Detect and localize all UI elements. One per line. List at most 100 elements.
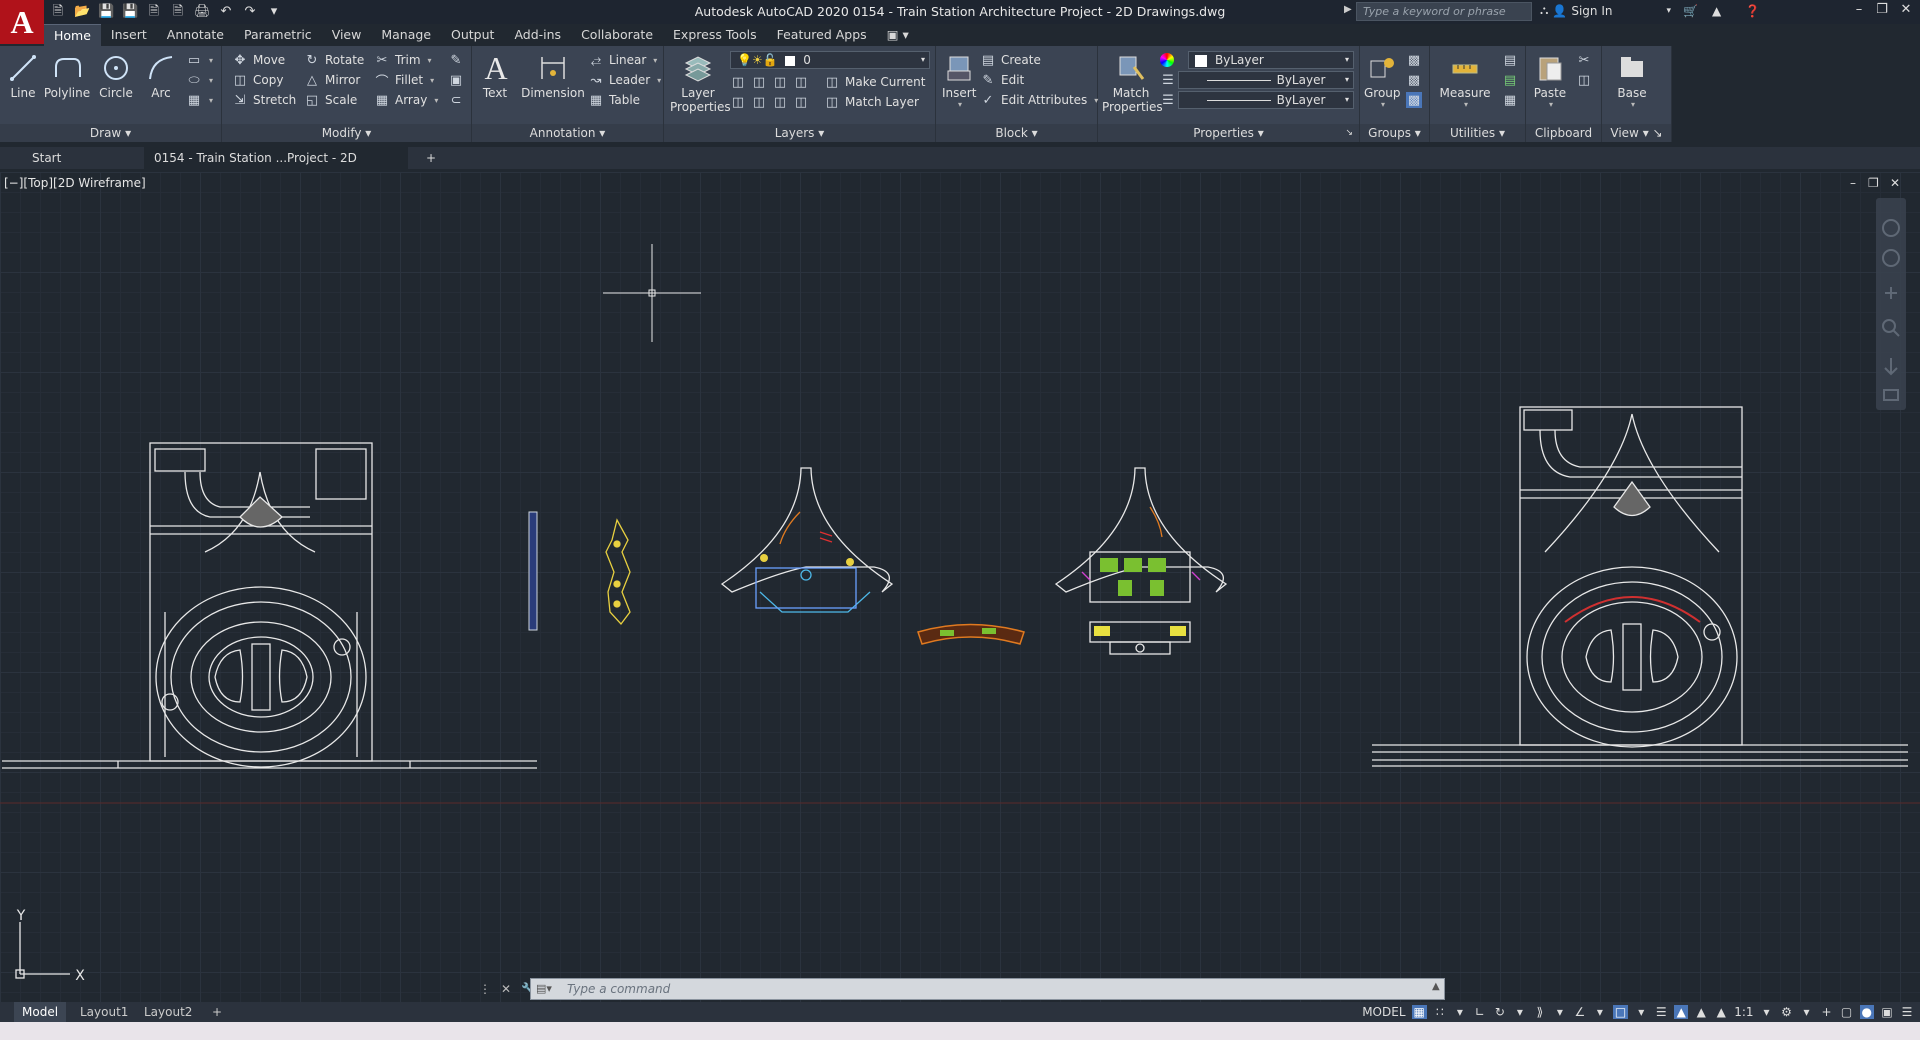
polar-icon[interactable]: ↻	[1493, 1005, 1507, 1019]
isodraft-icon[interactable]: ⟫	[1533, 1005, 1547, 1019]
table-button[interactable]: ▦ Table	[588, 90, 640, 110]
dimension-button[interactable]: Dimension	[520, 50, 586, 100]
minimize-icon[interactable]: –	[1848, 2, 1870, 22]
tab-manage[interactable]: Manage	[371, 24, 441, 46]
object-snap-tracking-icon[interactable]: ∠	[1573, 1005, 1587, 1019]
object-snap-icon[interactable]: □	[1612, 1005, 1629, 1019]
layer-properties-button[interactable]: Layer Properties	[670, 50, 731, 114]
help-icon[interactable]: ❓	[1745, 4, 1760, 18]
layer-dropdown[interactable]: 💡☀🔓 0 ▾	[730, 51, 930, 69]
binoculars-icon[interactable]: ⛬	[1540, 3, 1548, 18]
select-all-icon[interactable]: ▤	[1502, 70, 1518, 90]
tab-addins[interactable]: Add-ins	[504, 24, 571, 46]
new-tab-icon[interactable]: +	[416, 147, 446, 169]
add-layout-icon[interactable]: +	[204, 1002, 230, 1022]
circle-button[interactable]: Circle	[96, 50, 136, 100]
save-icon[interactable]: 💾	[98, 4, 114, 20]
isodraft-dropdown-icon[interactable]: ▾	[1553, 1005, 1567, 1019]
tab-layout1[interactable]: Layout1	[72, 1002, 136, 1022]
quick-select-icon[interactable]: ▤	[1502, 50, 1518, 70]
group-selection-icon[interactable]: ▩	[1406, 90, 1422, 110]
layers-panel-title[interactable]: Layers ▾	[664, 124, 935, 142]
cut-icon[interactable]: ✂	[1576, 50, 1592, 70]
osnap-dropdown-icon[interactable]: ▾	[1634, 1005, 1648, 1019]
annotation-scale-icon[interactable]: ▲	[1714, 1005, 1728, 1019]
annotation-scale-label[interactable]: 1:1	[1734, 1005, 1753, 1019]
tab-model[interactable]: Model	[14, 1002, 67, 1022]
restore-icon[interactable]: ❐	[1871, 2, 1893, 22]
customization-menu-icon[interactable]: ☰	[1900, 1005, 1914, 1019]
explode-button[interactable]: ▣	[448, 70, 464, 90]
base-view-button[interactable]: Base ▾	[1612, 50, 1652, 109]
undo-icon[interactable]: ↶	[218, 4, 234, 20]
line-button[interactable]: Line	[6, 50, 40, 100]
lineweight-dropdown[interactable]: ByLayer ▾	[1178, 91, 1354, 109]
leader-button[interactable]: ↝ Leader ▾	[588, 70, 662, 90]
snap-icon[interactable]: ∷	[1433, 1005, 1447, 1019]
save-web-icon[interactable]: 🗎	[170, 4, 186, 20]
tab-collaborate[interactable]: Collaborate	[571, 24, 663, 46]
tab-featured-apps[interactable]: Featured Apps	[767, 24, 877, 46]
annotation-monitor-icon[interactable]: +	[1820, 1005, 1834, 1019]
hatch-button[interactable]: ▦ ▾	[186, 90, 213, 110]
linetype-dropdown[interactable]: ByLayer ▾	[1178, 71, 1354, 89]
save-as-icon[interactable]: 💾	[122, 4, 138, 20]
properties-panel-title[interactable]: Properties ▾ ↘	[1098, 124, 1359, 142]
search-expand-icon[interactable]: ▶	[1344, 4, 1352, 15]
offset-button[interactable]: ⊂	[448, 90, 464, 110]
autodesk-app-icon[interactable]: ▲	[1712, 4, 1721, 18]
color-dropdown[interactable]: ByLayer ▾	[1188, 51, 1354, 69]
make-current-button[interactable]: ◫ Make Current	[824, 72, 926, 92]
units-icon[interactable]: ▢	[1840, 1005, 1854, 1019]
auto-scale-icon[interactable]: ▲	[1694, 1005, 1708, 1019]
color-wheel-icon[interactable]	[1160, 50, 1174, 70]
stretch-button[interactable]: ⇲ Stretch	[232, 90, 297, 110]
cart-icon[interactable]: 🛒	[1683, 4, 1698, 18]
block-panel-title[interactable]: Block ▾	[936, 124, 1097, 142]
calculator-icon[interactable]: ▦	[1502, 90, 1518, 110]
fillet-button[interactable]: ⌒ Fillet ▾	[374, 70, 434, 90]
draw-panel-title[interactable]: Draw ▾	[0, 124, 221, 142]
linear-button[interactable]: ⥄ Linear ▾	[588, 50, 658, 70]
clean-screen-icon[interactable]: ▣	[1880, 1005, 1894, 1019]
workspace-gear-icon[interactable]: ⚙	[1780, 1005, 1794, 1019]
ellipse-button[interactable]: ⬭ ▾	[186, 70, 213, 90]
array-button[interactable]: ▦ Array ▾	[374, 90, 439, 110]
tab-express-tools[interactable]: Express Tools	[663, 24, 767, 46]
annotation-scale-dropdown-icon[interactable]: ▾	[1760, 1005, 1774, 1019]
drawing-canvas[interactable]: [−][Top][2D Wireframe] – ❐ ✕ Y X	[0, 172, 1920, 1002]
workspace-dropdown-icon[interactable]: ▾	[1800, 1005, 1814, 1019]
object-snap-dropdown-icon[interactable]: ▾	[1593, 1005, 1607, 1019]
modify-panel-title[interactable]: Modify ▾	[222, 124, 471, 142]
customize-qat-icon[interactable]: ▾	[266, 4, 282, 20]
ungroup-icon[interactable]: ▩	[1406, 50, 1422, 70]
tab-insert[interactable]: Insert	[101, 24, 157, 46]
create-block-button[interactable]: ▤ Create	[980, 50, 1041, 70]
ribbon-toggle-icon[interactable]: ▣ ▾	[877, 24, 919, 46]
utilities-panel-title[interactable]: Utilities ▾	[1430, 124, 1525, 142]
application-menu-button[interactable]: A	[0, 0, 44, 44]
command-input[interactable]: Type a command	[530, 978, 1445, 1000]
rectangle-button[interactable]: ▭ ▾	[186, 50, 213, 70]
trim-button[interactable]: ✂ Trim ▾	[374, 50, 432, 70]
command-close-icon[interactable]: ✕	[501, 982, 511, 996]
plot-icon[interactable]: 🖨	[194, 4, 211, 20]
arc-button[interactable]: Arc	[144, 50, 178, 100]
group-button[interactable]: Group ▾	[1364, 50, 1401, 109]
rotate-button[interactable]: ↻ Rotate	[304, 50, 365, 70]
tab-home[interactable]: Home	[44, 24, 101, 46]
layer-tools-row-2[interactable]: ◫ ◫ ◫ ◫	[730, 92, 809, 112]
move-button[interactable]: ✥ Move	[232, 50, 286, 70]
match-properties-button[interactable]: Match Properties	[1102, 50, 1163, 114]
measure-button[interactable]: Measure ▾	[1436, 50, 1494, 109]
tab-output[interactable]: Output	[441, 24, 504, 46]
properties-launcher-icon[interactable]: ↘	[1345, 124, 1353, 142]
new-file-icon[interactable]: 🗎	[50, 4, 66, 20]
insert-block-button[interactable]: Insert ▾	[942, 50, 976, 109]
edit-block-button[interactable]: ✎ Edit	[980, 70, 1025, 90]
mirror-button[interactable]: △ Mirror	[304, 70, 360, 90]
copy-clip-icon[interactable]: ◫	[1576, 70, 1592, 90]
grid-icon[interactable]: ▦	[1411, 1005, 1427, 1019]
groups-panel-title[interactable]: Groups ▾	[1360, 124, 1429, 142]
command-history-icon[interactable]: ▲	[1432, 981, 1440, 992]
